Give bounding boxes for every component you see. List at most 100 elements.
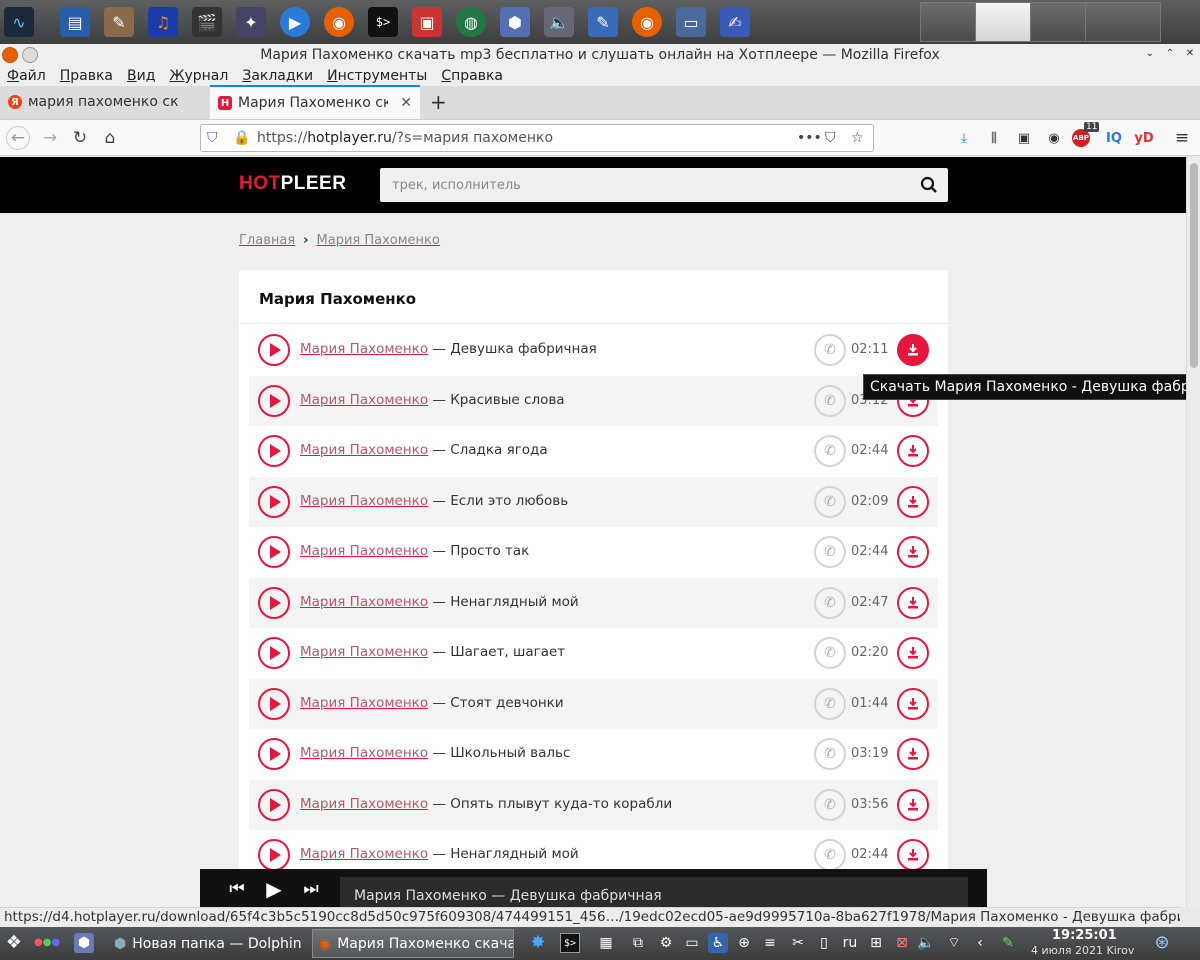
clipboard-icon[interactable]: ▯ (814, 933, 834, 953)
close-icon[interactable]: ✕ (1182, 47, 1198, 63)
tab-hotpleer[interactable]: H Мария Пахоменко скачать ✕ (210, 85, 420, 119)
downloads-icon[interactable]: ⤓ (952, 126, 976, 150)
download-icon[interactable] (897, 536, 929, 568)
firefox-alt-icon[interactable]: ◉ (632, 7, 662, 37)
maximize-icon[interactable]: ⌃ (1162, 47, 1178, 63)
virtualbox-icon[interactable]: ⬢ (500, 7, 530, 37)
scrollbar-thumb[interactable] (1190, 163, 1198, 368)
menu-edit[interactable]: Правка (53, 66, 120, 86)
share-icon[interactable]: ⧉ (628, 933, 648, 953)
wifi-icon[interactable]: ⌔ (944, 933, 964, 953)
gimp-icon[interactable]: ✎ (104, 7, 134, 37)
page-actions-icon[interactable]: ••• (797, 125, 822, 151)
play-icon[interactable] (258, 384, 290, 417)
kde-menu-icon[interactable]: ❖ (4, 933, 24, 953)
breadcrumb-artist[interactable]: Мария Пахоменко (317, 233, 440, 248)
artist-link[interactable]: Мария Пахоменко (300, 695, 428, 711)
new-tab-button[interactable]: + (420, 85, 457, 119)
audacity-icon[interactable]: ♫ (148, 7, 178, 37)
phone-icon[interactable]: ✆ (814, 738, 846, 770)
download-icon[interactable] (897, 738, 929, 770)
network-disconnected-icon[interactable]: ⊠ (892, 933, 912, 953)
phone-icon[interactable]: ✆ (814, 788, 846, 821)
chevron-left-icon[interactable]: ‹ (970, 933, 990, 953)
menu-list-icon[interactable]: ≡ (760, 933, 780, 953)
menu-tools[interactable]: Инструменты (320, 66, 434, 86)
minimize-icon[interactable]: ⌄ (1142, 47, 1158, 63)
play-icon[interactable] (258, 334, 290, 366)
download-icon[interactable] (897, 334, 929, 366)
notes-tray-icon[interactable]: ✎ (998, 933, 1018, 953)
sidebar-icon[interactable]: ▣ (1012, 126, 1036, 150)
scissors-icon[interactable]: ✂ (788, 933, 808, 953)
phone-icon[interactable]: ✆ (814, 334, 846, 366)
play-icon[interactable]: ▶ (263, 877, 285, 901)
package-manager-icon[interactable]: ▣ (412, 7, 442, 37)
download-icon[interactable] (897, 687, 929, 720)
editor-icon[interactable]: ✍ (720, 7, 750, 37)
extension-ring-icon[interactable]: ◉ (1042, 126, 1066, 150)
hotpleer-logo[interactable]: HOTPLEER (239, 173, 346, 195)
media-player-icon[interactable]: ▶ (280, 7, 310, 37)
artist-link[interactable]: Мария Пахоменко (300, 745, 428, 761)
menu-view[interactable]: Вид (120, 66, 162, 86)
terminal-icon[interactable]: $> (368, 7, 398, 37)
download-icon[interactable] (897, 788, 929, 821)
writer-icon[interactable]: ▤ (60, 7, 90, 37)
pager-icon[interactable]: ●●● (34, 933, 60, 953)
network-globe-icon[interactable]: ⊛ (1152, 933, 1172, 953)
bookmark-star-icon[interactable]: ☆ (851, 125, 864, 151)
page-scrollbar[interactable] (1186, 157, 1200, 907)
pager-desktop-icon[interactable]: ⬢ (74, 933, 94, 953)
play-icon[interactable] (258, 839, 290, 871)
url-bar[interactable]: ⛉ 🔒 https://hotplayer.ru/?s=мария пахоме… (200, 124, 874, 152)
next-track-icon[interactable]: ⏭ (300, 878, 322, 900)
video-editor-icon[interactable]: 🎬 (192, 7, 222, 37)
iq-icon[interactable]: IQ (1102, 126, 1126, 150)
phone-icon[interactable]: ✆ (814, 637, 846, 669)
play-icon[interactable] (258, 788, 290, 821)
system-monitor-icon[interactable]: ∿ (4, 7, 34, 37)
download-icon[interactable] (897, 586, 929, 619)
play-icon[interactable] (258, 536, 290, 568)
tab-yandex-search[interactable]: Я мария пахоменко скачать (0, 85, 210, 119)
search-input[interactable] (380, 168, 880, 202)
lock-icon[interactable]: 🔒 (233, 125, 250, 151)
speaker-icon[interactable]: 🔈 (916, 933, 936, 953)
dock-window-4[interactable] (1085, 2, 1161, 42)
play-icon[interactable] (258, 637, 290, 669)
phone-icon[interactable]: ✆ (814, 839, 846, 871)
clock-date[interactable]: 4 июля 2021 Kirov (1031, 944, 1134, 957)
terminal-tray-icon[interactable]: $> (560, 933, 580, 953)
breadcrumb-home[interactable]: Главная (239, 233, 295, 248)
satellite-icon[interactable]: ✦ (236, 7, 266, 37)
phone-icon[interactable]: ✆ (814, 536, 846, 568)
volume-icon[interactable]: 🔈 (544, 7, 574, 37)
search-icon[interactable] (920, 176, 938, 194)
network-icon[interactable]: ⊞ (866, 933, 886, 953)
back-icon[interactable]: ← (6, 126, 30, 150)
play-icon[interactable] (258, 586, 290, 619)
download-icon[interactable] (897, 839, 929, 871)
artist-link[interactable]: Мария Пахоменко (300, 644, 428, 660)
play-icon[interactable] (258, 738, 290, 770)
accessibility-icon[interactable]: ♿ (708, 933, 728, 953)
window-menu-icon[interactable] (2, 47, 18, 63)
menu-help[interactable]: Справка (434, 66, 510, 86)
home-icon[interactable]: ⌂ (98, 126, 122, 150)
pin-window-icon[interactable] (22, 47, 38, 63)
display-icon[interactable]: ▭ (682, 933, 702, 953)
yandex-disk-icon[interactable]: yD (1132, 126, 1156, 150)
previous-track-icon[interactable]: ⏮ (226, 878, 248, 900)
burst-icon[interactable]: ✸ (528, 933, 548, 953)
artist-link[interactable]: Мария Пахоменко (300, 493, 428, 509)
play-icon[interactable] (258, 435, 290, 467)
artist-link[interactable]: Мария Пахоменко (300, 341, 428, 357)
notes-icon[interactable]: ✎ (588, 7, 618, 37)
phone-icon[interactable]: ✆ (814, 485, 846, 518)
phone-icon[interactable]: ✆ (814, 586, 846, 619)
keyboard-layout[interactable]: ru (840, 933, 860, 953)
artist-link[interactable]: Мария Пахоменко (300, 392, 428, 408)
library-icon[interactable]: ⫼ (982, 126, 1006, 150)
menu-file[interactable]: Файл (0, 66, 53, 86)
